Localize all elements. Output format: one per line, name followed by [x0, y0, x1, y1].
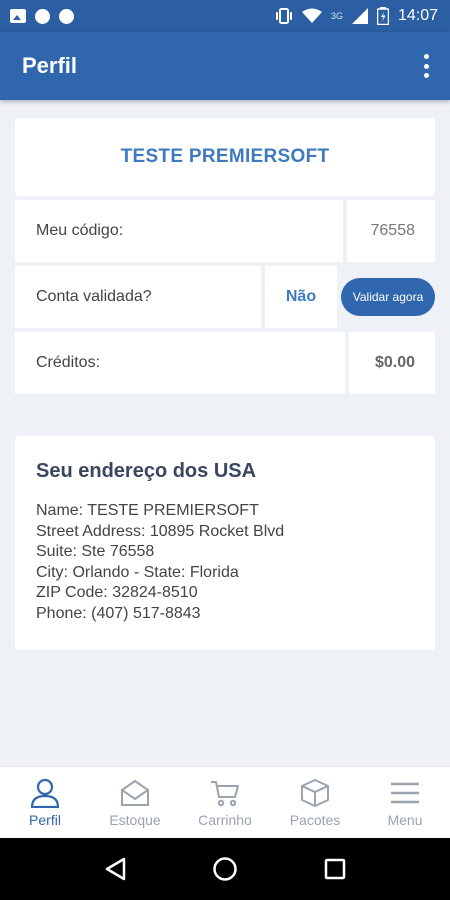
address-phone-line: Phone: (407) 517-8843	[36, 604, 201, 622]
bottom-navigation: Perfil Estoque Carrinho Pacotes Menu	[0, 766, 450, 838]
address-zip-line: ZIP Code: 32824-8510	[36, 584, 198, 601]
address-suite-line: Suite: Ste 76558	[36, 543, 155, 560]
status-system: 3G 14:07	[275, 7, 438, 25]
credits-value: $0.00	[349, 332, 435, 394]
sync-notification-icon	[59, 8, 74, 24]
profile-name-card: TESTE PREMIERSOFT	[15, 118, 435, 196]
user-icon	[30, 778, 60, 808]
nav-item-carrinho[interactable]: Carrinho	[180, 767, 270, 838]
nav-item-estoque[interactable]: Estoque	[90, 767, 180, 838]
nav-label: Pacotes	[289, 811, 341, 828]
overflow-menu-icon[interactable]	[420, 54, 432, 78]
address-name-line: Name: TESTE PREMIERSOFT	[36, 502, 259, 519]
back-icon[interactable]	[101, 855, 129, 883]
battery-icon	[376, 7, 389, 25]
validated-row: Conta validada? Não Validar agora	[15, 266, 435, 328]
validate-now-button[interactable]: Validar agora	[341, 278, 435, 316]
code-row: Meu código: 76558	[15, 200, 435, 262]
nav-item-perfil[interactable]: Perfil	[0, 767, 90, 838]
nav-label: Menu	[387, 811, 423, 828]
credits-label: Créditos:	[15, 332, 345, 394]
wifi-icon	[301, 8, 322, 23]
nav-label: Estoque	[109, 811, 161, 828]
page-title: Perfil	[22, 53, 78, 78]
signal-icon	[351, 8, 368, 24]
status-bar: 3G 14:07	[0, 0, 450, 32]
profile-name: TESTE PREMIERSOFT	[120, 146, 330, 167]
image-notification-icon	[10, 9, 26, 23]
address-title: Seu endereço dos USA	[36, 460, 257, 482]
usa-address-card: Seu endereço dos USA Name: TESTE PREMIER…	[15, 436, 435, 650]
nav-item-menu[interactable]: Menu	[360, 767, 450, 838]
code-value: 76558	[347, 200, 435, 262]
validated-value: Não	[265, 266, 337, 328]
status-notifications	[10, 8, 74, 24]
credits-row: Créditos: $0.00	[15, 332, 435, 394]
clock: 14:07	[397, 7, 438, 24]
network-type: 3G	[330, 11, 343, 21]
nav-label: Carrinho	[198, 811, 252, 828]
system-navigation-bar	[0, 838, 450, 900]
package-icon	[301, 778, 329, 807]
vibrate-icon	[275, 8, 292, 24]
cart-icon	[211, 780, 239, 806]
code-label: Meu código:	[15, 200, 343, 262]
nav-item-pacotes[interactable]: Pacotes	[270, 767, 360, 838]
validated-label: Conta validada?	[15, 266, 261, 328]
nav-label: Perfil	[29, 811, 61, 828]
recents-icon[interactable]	[321, 855, 349, 883]
record-notification-icon	[35, 8, 50, 24]
profile-card: TESTE PREMIERSOFT Meu código: 76558 Cont…	[15, 118, 435, 394]
home-icon[interactable]	[211, 855, 239, 883]
address-street-line: Street Address: 10895 Rocket Blvd	[36, 522, 285, 540]
app-bar: Perfil	[0, 32, 450, 100]
address-city-line: City: Orlando - State: Florida	[36, 563, 239, 581]
inbox-icon	[121, 779, 149, 806]
menu-icon	[391, 782, 419, 803]
